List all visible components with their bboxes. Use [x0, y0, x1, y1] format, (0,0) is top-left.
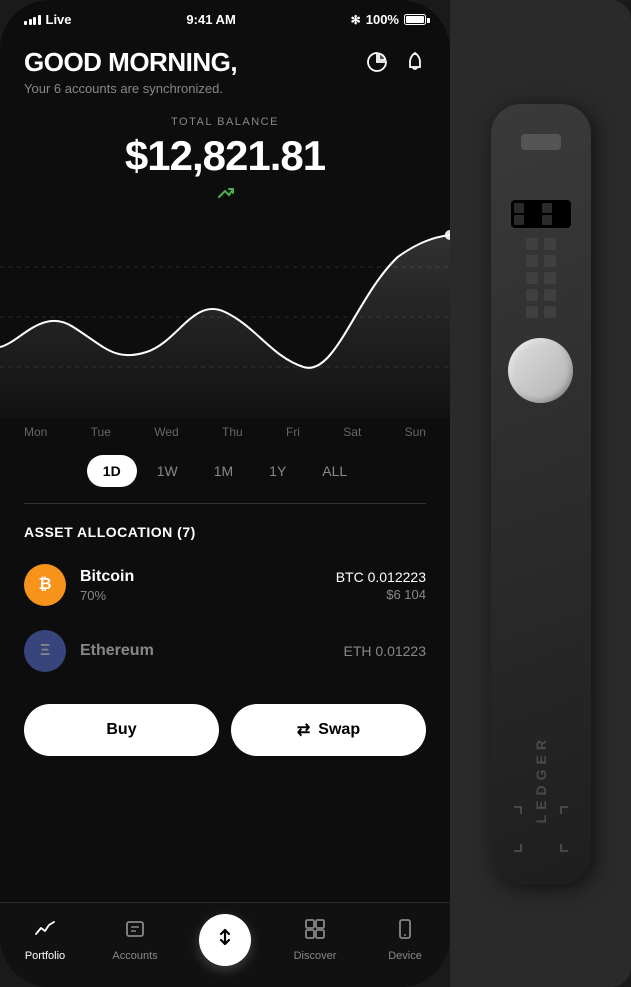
ledger-device: LEDGER	[450, 0, 631, 987]
day-tue: Tue	[91, 425, 111, 439]
transfer-icon	[214, 926, 236, 954]
asset-pct-bitcoin: 70%	[80, 588, 322, 603]
accounts-nav-icon	[124, 918, 146, 946]
phone-frame: Live 9:41 AM ✻ 100% GOOD MORNING, Your 6…	[0, 0, 450, 987]
asset-fiat-bitcoin: $6 104	[336, 587, 426, 602]
discover-nav-icon	[304, 918, 326, 946]
swap-label: Swap	[318, 721, 360, 739]
time-filter-group: 1D 1W 1M 1Y ALL	[0, 439, 450, 503]
nav-portfolio-label: Portfolio	[25, 950, 65, 962]
nav-accounts-label: Accounts	[112, 950, 157, 962]
transfer-button[interactable]	[199, 914, 251, 966]
greeting-block: GOOD MORNING, Your 6 accounts are synchr…	[24, 47, 237, 96]
bluetooth-icon: ✻	[351, 13, 361, 27]
day-sat: Sat	[343, 425, 361, 439]
day-thu: Thu	[222, 425, 243, 439]
device-corner-marks	[511, 804, 571, 854]
nav-discover-label: Discover	[294, 950, 337, 962]
time-label: 9:41 AM	[186, 12, 235, 27]
day-sun: Sun	[405, 425, 426, 439]
nav-portfolio[interactable]: Portfolio	[15, 918, 75, 962]
nav-accounts[interactable]: Accounts	[105, 918, 165, 962]
signal-icon	[24, 15, 41, 25]
asset-crypto-eth: ETH 0.01223	[344, 643, 427, 659]
device-top-button[interactable]	[521, 134, 561, 150]
action-buttons: Buy ⇄ Swap	[0, 688, 450, 776]
balance-label: TOTAL BALANCE	[24, 116, 426, 128]
day-mon: Mon	[24, 425, 47, 439]
asset-crypto-bitcoin: BTC 0.012223	[336, 569, 426, 585]
buy-button[interactable]: Buy	[24, 704, 219, 756]
filter-1y[interactable]: 1Y	[253, 455, 302, 487]
asset-values-bitcoin: BTC 0.012223 $6 104	[336, 569, 426, 602]
asset-row-bitcoin[interactable]: ₿ Bitcoin 70% BTC 0.012223 $6 104	[0, 552, 450, 618]
swap-icon: ⇄	[297, 720, 310, 740]
day-fri: Fri	[286, 425, 300, 439]
asset-info-bitcoin: Bitcoin 70%	[80, 568, 322, 603]
asset-row-eth[interactable]: Ξ Ethereum ETH 0.01223	[0, 618, 450, 684]
nav-discover[interactable]: Discover	[285, 918, 345, 962]
bitcoin-icon: ₿	[24, 564, 66, 606]
eth-icon: Ξ	[24, 630, 66, 672]
price-chart	[0, 217, 450, 417]
nav-center-button[interactable]	[195, 914, 255, 966]
filter-1m[interactable]: 1M	[198, 455, 249, 487]
device-body: LEDGER	[491, 104, 591, 884]
asset-allocation-title: ASSET ALLOCATION (7)	[0, 504, 450, 552]
swap-button[interactable]: ⇄ Swap	[231, 704, 426, 756]
nav-device-label: Device	[388, 950, 422, 962]
asset-values-eth: ETH 0.01223	[344, 643, 427, 659]
filter-1d[interactable]: 1D	[87, 455, 137, 487]
portfolio-nav-icon	[34, 918, 56, 946]
filter-all[interactable]: ALL	[306, 455, 363, 487]
chart-day-labels: Mon Tue Wed Thu Fri Sat Sun	[0, 417, 450, 439]
asset-name-bitcoin: Bitcoin	[80, 568, 322, 586]
portfolio-icon[interactable]	[366, 51, 388, 79]
device-screen	[511, 200, 571, 228]
balance-section: TOTAL BALANCE $12,821.81	[0, 106, 450, 207]
balance-amount: $12,821.81	[24, 132, 426, 180]
carrier-label: Live	[46, 12, 72, 27]
trend-up-icon	[216, 184, 234, 202]
asset-info-eth: Ethereum	[80, 642, 330, 660]
buy-label: Buy	[106, 721, 136, 739]
greeting-title: GOOD MORNING,	[24, 47, 237, 78]
filter-1w[interactable]: 1W	[141, 455, 194, 487]
battery-label: 100%	[366, 12, 399, 27]
device-wheel[interactable]	[508, 338, 573, 403]
bottom-navigation: Portfolio Accounts	[0, 902, 450, 987]
notification-icon[interactable]	[404, 51, 426, 79]
battery-icon	[404, 14, 426, 25]
asset-name-eth: Ethereum	[80, 642, 330, 660]
status-bar: Live 9:41 AM ✻ 100%	[0, 0, 450, 27]
greeting-subtitle: Your 6 accounts are synchronized.	[24, 81, 237, 96]
device-nav-icon	[394, 918, 416, 946]
app-header: GOOD MORNING, Your 6 accounts are synchr…	[0, 27, 450, 106]
day-wed: Wed	[154, 425, 178, 439]
balance-change	[24, 184, 426, 202]
nav-device[interactable]: Device	[375, 918, 435, 962]
